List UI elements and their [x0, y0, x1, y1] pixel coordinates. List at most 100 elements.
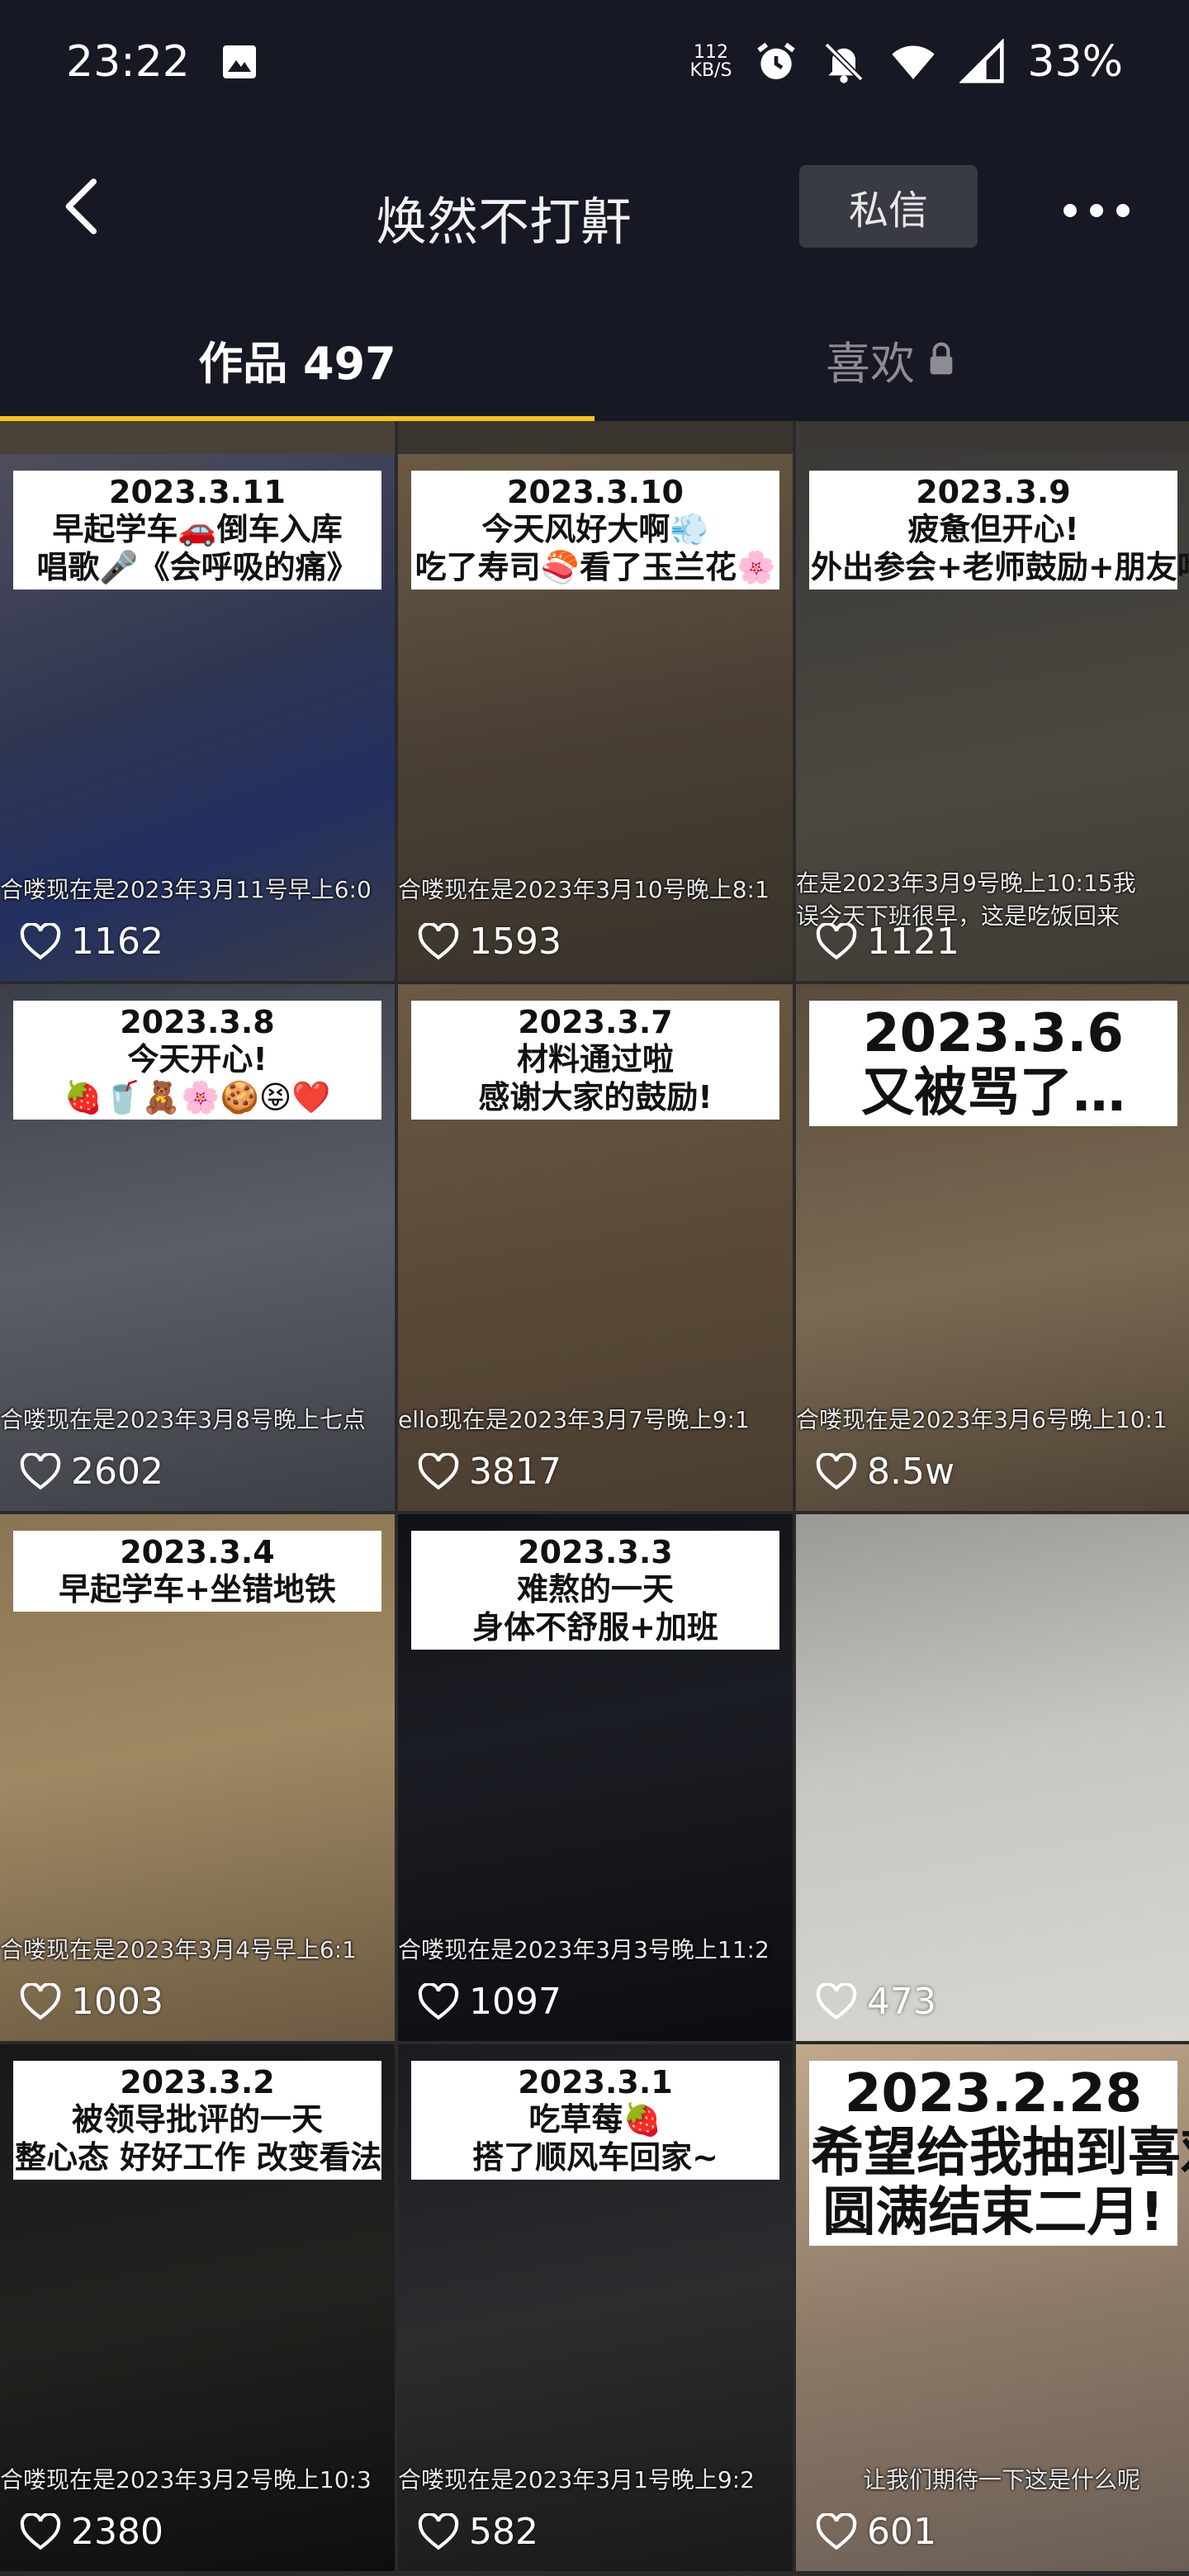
- like-count: 601: [816, 2511, 936, 2553]
- video-caption: 2023.3.2 被领导批评的一天 整心态 好好工作 改变看法: [13, 2061, 381, 2180]
- video-caption: 2023.3.7 材料通过啦 感谢大家的鼓励!: [411, 1001, 779, 1120]
- like-count: 1121: [816, 921, 959, 963]
- video-tile[interactable]: 2023.3.11 早起学车🚗倒车入库 唱歌🎤《会呼吸的痛》合喽现在是2023年3月…: [0, 454, 395, 981]
- like-count: 1162: [20, 921, 163, 963]
- video-caption: 2023.3.9疲惫但开心!外出参会+老师鼓励+朋友吃饭: [809, 471, 1189, 590]
- status-bar: 23:22 112 KB/S 33%: [0, 0, 1189, 124]
- caption-line2: 感谢大家的鼓励!: [478, 1079, 713, 1115]
- video-tile[interactable]: 2023.3.6 又被骂了… 合喽现在是2023年3月6号晚上10:1 8.5w: [796, 984, 1189, 1511]
- video-caption: 2023.3.3 难熬的一天 身体不舒服+加班: [411, 1531, 779, 1650]
- video-tile-partial[interactable]: [398, 421, 793, 454]
- video-subtitle: 合喽现在是2023年3月1号晚上9:2: [398, 2462, 793, 2495]
- more-options-icon[interactable]: [1062, 198, 1131, 223]
- video-tile-partial[interactable]: [796, 421, 1189, 454]
- like-count-value: 601: [867, 2511, 936, 2553]
- video-subtitle: 合喽现在是2023年3月3号晚上11:2: [398, 1932, 793, 1965]
- like-count-value: 1593: [469, 921, 561, 963]
- video-subtitle: ello现在是2023年3月7号晚上9:1: [398, 1402, 793, 1435]
- caption-line2: 吃了寿司🍣看了玉兰花🌸: [414, 549, 776, 585]
- caption-line1: 材料通过啦: [516, 1041, 674, 1077]
- signal-icon: [959, 39, 1005, 83]
- video-tile[interactable]: 2023.3.4 早起学车+坐错地铁合喽现在是2023年3月4号早上6:1 1003: [0, 1514, 395, 2041]
- video-tile[interactable]: 2023.3.8 今天开心! 🍓🥤🧸🌸🍪😝❤️ 合喽现在是2023年3月8号晚上七点 2…: [0, 984, 395, 1511]
- heart-icon: [418, 1452, 459, 1489]
- subtitle-line: 合喽现在是2023年3月8号晚上七点: [0, 1406, 366, 1433]
- heart-icon: [418, 2512, 459, 2550]
- video-tile[interactable]: 2023.3.2 被领导批评的一天 整心态 好好工作 改变看法合喽现在是2023年3…: [0, 2044, 395, 2571]
- subtitle-line: 合喽现在是2023年3月3号晚上11:2: [398, 1936, 770, 1963]
- heart-icon: [20, 2512, 61, 2550]
- video-subtitle: 合喽现在是2023年3月8号晚上七点: [0, 1402, 395, 1435]
- like-count-value: 2380: [71, 2511, 163, 2553]
- heart-icon: [816, 1982, 857, 2020]
- video-subtitle: 让我们期待一下这是什么呢: [812, 2462, 1189, 2495]
- heart-icon: [418, 922, 459, 959]
- wifi-icon: [892, 45, 936, 79]
- tab-likes-label: 喜欢: [826, 337, 915, 390]
- subtitle-line: ello现在是2023年3月7号晚上9:1: [398, 1406, 750, 1433]
- video-tile[interactable]: 2023.3.7 材料通过啦 感谢大家的鼓励! ello现在是2023年3月7号晚上9…: [398, 984, 793, 1511]
- like-count-value: 1003: [71, 1981, 163, 2023]
- caption-line1: 被领导批评的一天: [71, 2101, 323, 2138]
- like-count-value: 8.5w: [867, 1451, 955, 1493]
- video-tile-partial[interactable]: [0, 421, 395, 454]
- mute-icon: [824, 42, 864, 83]
- tab-works[interactable]: 作品 497: [0, 297, 594, 421]
- video-caption: 2023.3.11 早起学车🚗倒车入库 唱歌🎤《会呼吸的痛》: [13, 471, 381, 590]
- like-count: 8.5w: [816, 1451, 955, 1493]
- heart-icon: [816, 922, 857, 959]
- caption-line2: 圆满结束二月!: [822, 2182, 1164, 2243]
- video-subtitle: 合喽现在是2023年3月2号晚上10:3: [0, 2462, 395, 2495]
- like-count: 2380: [20, 2511, 163, 2553]
- caption-line2: 身体不舒服+加班: [472, 1609, 718, 1646]
- video-caption: 2023.2.28希望给我抽到喜欢的盲圆满结束二月!: [809, 2061, 1189, 2246]
- caption-line1: 疲惫但开心!: [907, 511, 1079, 547]
- like-count: 2602: [20, 1451, 163, 1493]
- subtitle-line: 合喽现在是2023年3月2号晚上10:3: [0, 2466, 372, 2493]
- video-tile[interactable]: 2023.3.10 今天风好大啊💨 吃了寿司🍣看了玉兰花🌸 合喽现在是2023年3月1…: [398, 454, 793, 981]
- nav-bar: 焕然不打鼾 私信: [0, 124, 1189, 289]
- video-tile[interactable]: 2023.3.9疲惫但开心!外出参会+老师鼓励+朋友吃饭在是2023年3月9号晚…: [796, 454, 1189, 981]
- video-tile[interactable]: 473: [796, 1514, 1189, 2041]
- video-subtitle: 合喽现在是2023年3月6号晚上10:1: [796, 1402, 1189, 1435]
- video-subtitle: 合喽现在是2023年3月11号早上6:0: [0, 872, 395, 905]
- subtitle-line: 在是2023年3月9号晚上10:15我: [796, 869, 1136, 897]
- video-tile[interactable]: 2023.3.3 难熬的一天 身体不舒服+加班合喽现在是2023年3月3号晚上11:…: [398, 1514, 793, 2041]
- video-tile[interactable]: 2023.2.28希望给我抽到喜欢的盲圆满结束二月! 让我们期待一下这是什么呢 60…: [796, 2044, 1189, 2571]
- caption-line2: 外出参会+老师鼓励+朋友吃饭: [811, 549, 1189, 585]
- tab-likes[interactable]: 喜欢: [594, 297, 1189, 421]
- battery-level: 33%: [1027, 37, 1123, 87]
- video-caption: 2023.3.10 今天风好大啊💨 吃了寿司🍣看了玉兰花🌸: [411, 471, 779, 590]
- video-caption: 2023.3.6 又被骂了…: [809, 1001, 1177, 1126]
- like-count: 1097: [418, 1981, 561, 2023]
- like-count: 473: [816, 1981, 936, 2023]
- caption-line2: 搭了顺风车回家~: [472, 2139, 718, 2176]
- heart-icon: [20, 922, 61, 959]
- heart-icon: [816, 2512, 857, 2550]
- like-count-value: 2602: [71, 1451, 163, 1493]
- heart-icon: [418, 1982, 459, 2020]
- alarm-icon: [757, 42, 796, 79]
- like-count: 582: [418, 2511, 538, 2553]
- video-caption: 2023.3.1 吃草莓🍓 搭了顺风车回家~: [411, 2061, 779, 2180]
- caption-date: 2023.3.7: [518, 1004, 673, 1040]
- like-count: 3817: [418, 1451, 561, 1493]
- caption-date: 2023.3.6: [863, 1003, 1124, 1064]
- video-tile[interactable]: 2023.3.1 吃草莓🍓 搭了顺风车回家~ 合喽现在是2023年3月1号晚上9:2 5…: [398, 2044, 793, 2571]
- direct-message-button[interactable]: 私信: [799, 165, 978, 248]
- caption-line2: 唱歌🎤《会呼吸的痛》: [36, 549, 358, 585]
- caption-date: 2023.3.10: [507, 474, 684, 510]
- net-speed: 112 KB/S: [689, 42, 732, 81]
- caption-date: 2023.2.28: [844, 2063, 1143, 2124]
- like-count-value: 1121: [867, 921, 959, 963]
- video-grid: 2023.3.11 早起学车🚗倒车入库 唱歌🎤《会呼吸的痛》合喽现在是2023年3月…: [0, 421, 1189, 2576]
- like-count-value: 1162: [71, 921, 163, 963]
- subtitle-line: 合喽现在是2023年3月4号早上6:1: [0, 1936, 357, 1963]
- like-count-value: 473: [867, 1981, 936, 2023]
- like-count-value: 1097: [469, 1981, 561, 2023]
- caption-line2: 整心态 好好工作 改变看法: [15, 2139, 382, 2176]
- like-count: 1003: [20, 1981, 163, 2023]
- video-caption: 2023.3.4 早起学车+坐错地铁: [13, 1531, 381, 1612]
- subtitle-line: 合喽现在是2023年3月10号晚上8:1: [398, 876, 770, 903]
- status-time: 23:22: [66, 37, 190, 87]
